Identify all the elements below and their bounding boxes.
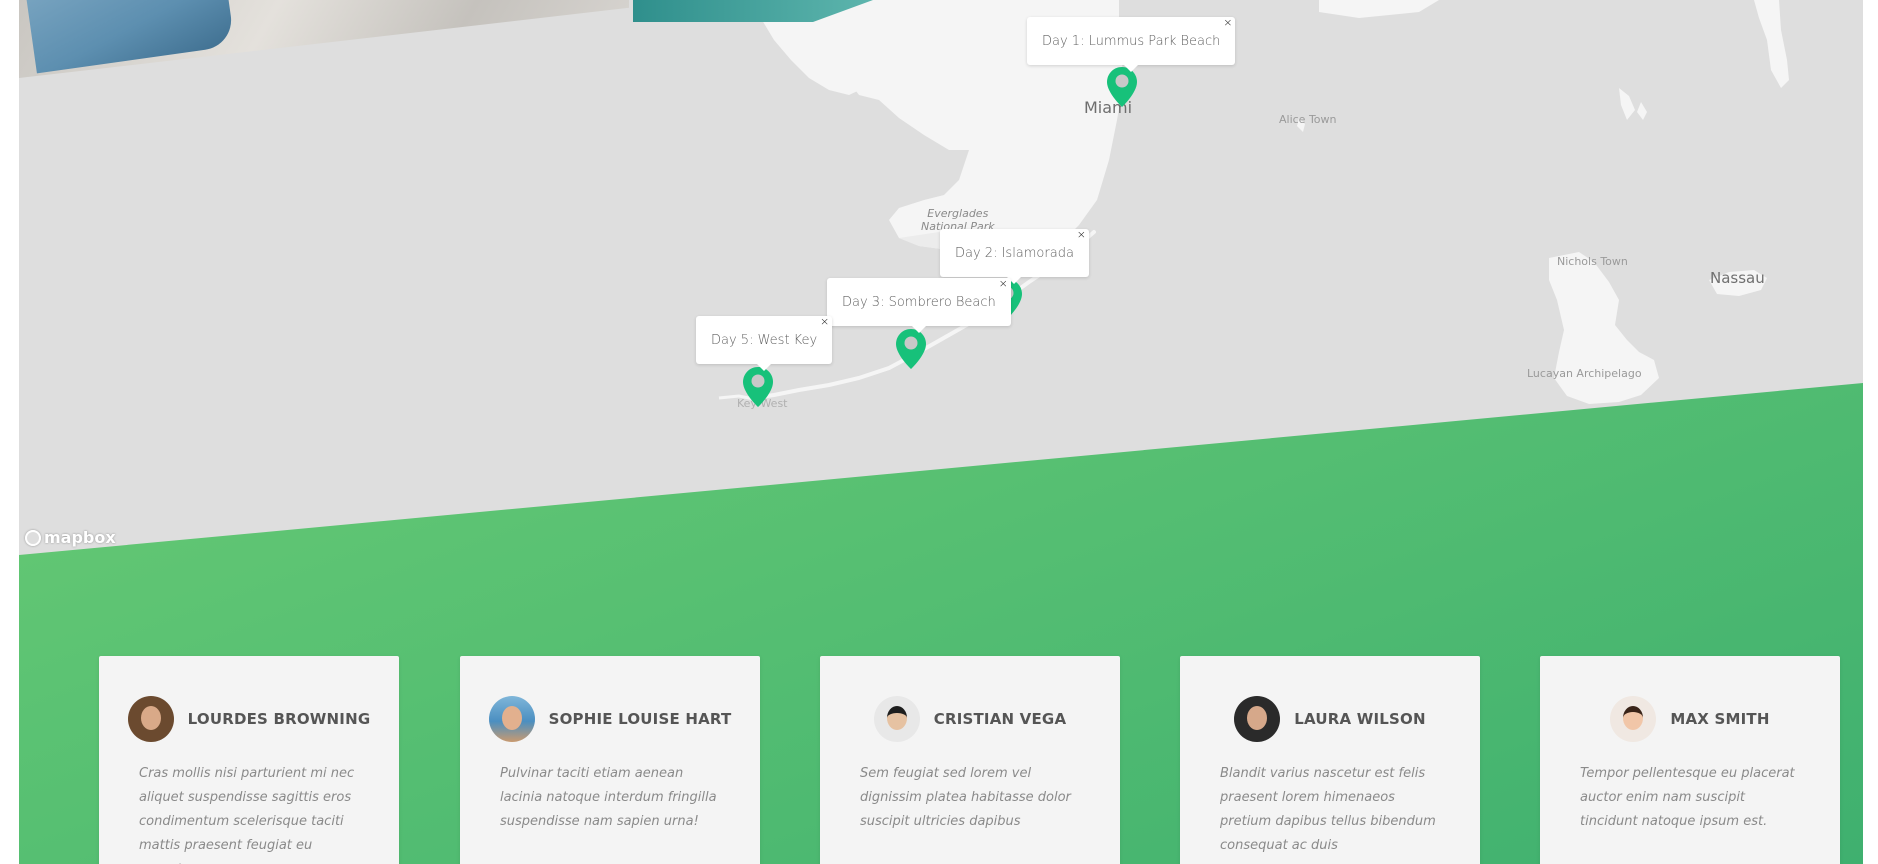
popup-close-icon[interactable]: × bbox=[820, 315, 829, 329]
testimonial-card: SOPHIE LOUISE HART Pulvinar taciti etiam… bbox=[460, 656, 760, 864]
testimonial-quote: Cras mollis nisi parturient mi nec aliqu… bbox=[139, 766, 355, 864]
testimonial-quote: Sem feugiat sed lorem vel dignissim plat… bbox=[860, 766, 1071, 829]
avatar bbox=[127, 696, 174, 742]
map-marker-day3[interactable] bbox=[895, 328, 927, 370]
testimonial-name: MAX SMITH bbox=[1670, 710, 1770, 728]
page: Miami Alice Town Everglades National Par… bbox=[19, 0, 1863, 864]
testimonial-header: LOURDES BROWNING bbox=[99, 696, 399, 742]
testimonial-name: CRISTIAN VEGA bbox=[933, 710, 1067, 728]
mapbox-logo-icon bbox=[25, 529, 41, 546]
map-label-lucayan: Lucayan Archipelago bbox=[1527, 367, 1642, 380]
testimonial-card: LAURA WILSON Blandit varius nascetur est… bbox=[1180, 656, 1480, 864]
popup-tip bbox=[911, 326, 926, 333]
popup-close-icon[interactable]: × bbox=[999, 277, 1008, 291]
map-pin-icon bbox=[743, 367, 773, 407]
eleuthera bbox=[1754, 0, 1789, 88]
testimonial-name: LAURA WILSON bbox=[1294, 710, 1426, 728]
map-popup-day1: Day 1: Lummus Park Beach × bbox=[1027, 16, 1236, 72]
map-pin-icon bbox=[1107, 67, 1137, 107]
popup-label: Day 5: West Key bbox=[711, 332, 818, 348]
testimonial-quote: Blandit varius nascetur est felis praese… bbox=[1220, 766, 1436, 853]
testimonial-name: LOURDES BROWNING bbox=[187, 710, 371, 728]
popup-label: Day 3: Sombrero Beach bbox=[842, 294, 996, 310]
testimonial-quote: Pulvinar taciti etiam aenean lacinia nat… bbox=[500, 766, 717, 829]
popup-label: Day 1: Lummus Park Beach bbox=[1042, 33, 1221, 49]
map-label-alice-town: Alice Town bbox=[1279, 113, 1337, 126]
testimonial-quote: Tempor pellentesque eu placerat auctor e… bbox=[1580, 766, 1795, 829]
map-popup-day3: Day 3: Sombrero Beach × bbox=[827, 277, 1011, 333]
avatar bbox=[873, 696, 920, 742]
testimonial-card: LOURDES BROWNING Cras mollis nisi partur… bbox=[99, 656, 399, 864]
avatar bbox=[1234, 696, 1281, 742]
testimonial-header: SOPHIE LOUISE HART bbox=[460, 696, 760, 742]
testimonial-header: MAX SMITH bbox=[1540, 696, 1840, 742]
mapbox-logo-text: mapbox bbox=[44, 528, 116, 547]
testimonial-header: LAURA WILSON bbox=[1180, 696, 1480, 742]
testimonial-card: CRISTIAN VEGA Sem feugiat sed lorem vel … bbox=[820, 656, 1120, 864]
avatar bbox=[488, 696, 535, 742]
map-marker-day1[interactable] bbox=[1106, 66, 1138, 108]
popup-close-icon[interactable]: × bbox=[1077, 228, 1086, 242]
testimonial-card: MAX SMITH Tempor pellentesque eu placera… bbox=[1540, 656, 1840, 864]
popup-tip bbox=[1124, 65, 1139, 72]
popup-label: Day 2: Islamorada bbox=[955, 245, 1074, 261]
map-label-everglades-line1: Everglades bbox=[927, 207, 989, 220]
popup-tip bbox=[757, 364, 772, 371]
map-popup-day2: Day 2: Islamorada × bbox=[940, 228, 1089, 284]
testimonial-name: SOPHIE LOUISE HART bbox=[548, 710, 732, 728]
popup-close-icon[interactable]: × bbox=[1223, 16, 1232, 30]
map-label-nichols-town: Nichols Town bbox=[1557, 255, 1628, 268]
avatar bbox=[1610, 696, 1657, 742]
map-marker-day5[interactable] bbox=[742, 366, 774, 408]
map-pin-icon bbox=[896, 329, 926, 369]
map-popup-day5: Day 5: West Key × bbox=[696, 315, 833, 371]
mapbox-logo[interactable]: mapbox bbox=[25, 528, 116, 547]
andros-land bbox=[1549, 252, 1659, 404]
testimonial-header: CRISTIAN VEGA bbox=[820, 696, 1120, 742]
map-label-nassau: Nassau bbox=[1710, 269, 1765, 287]
